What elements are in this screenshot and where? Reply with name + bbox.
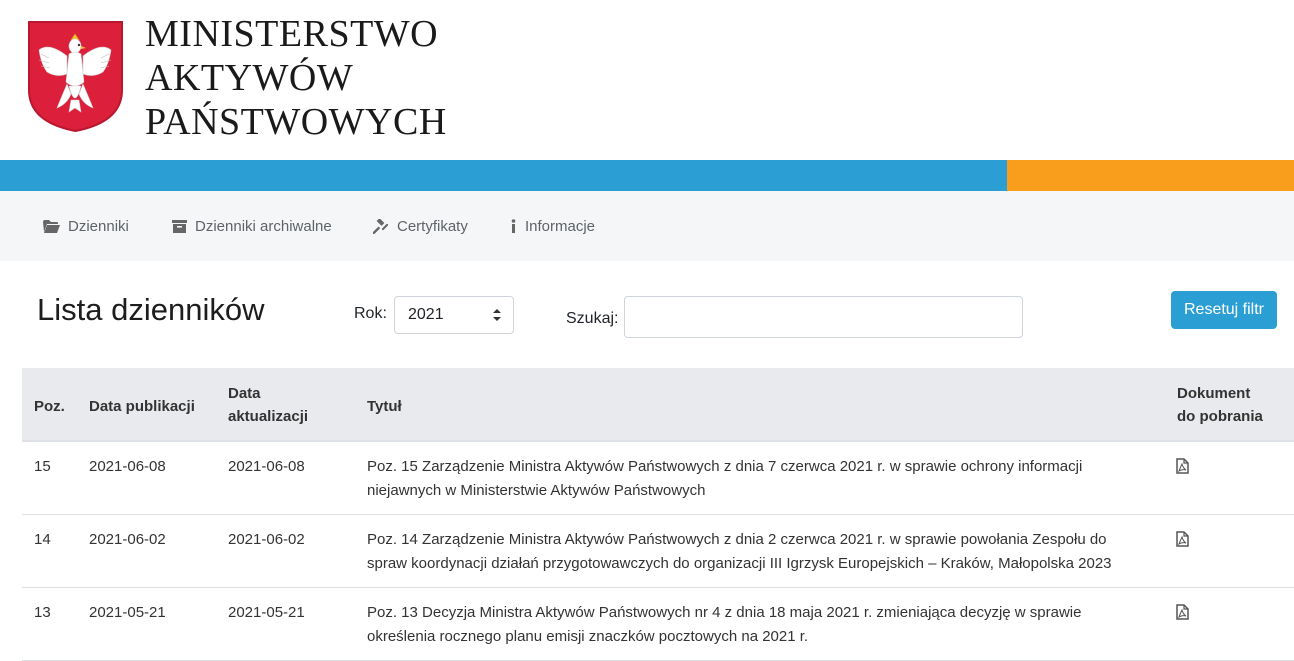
nav-item-dzienniki[interactable]: Dzienniki: [43, 191, 129, 261]
cell-tytul: Poz. 14 Zarządzenie Ministra Aktywów Pań…: [367, 528, 1157, 576]
header-data-publikacji: Data publikacji: [89, 398, 195, 415]
cell-data-publikacji: 2021-06-08: [89, 458, 166, 475]
pdf-file-icon[interactable]: [1176, 531, 1189, 547]
year-select-value: 2021: [408, 306, 444, 323]
accent-bar-blue: [0, 160, 1007, 191]
table-row[interactable]: 15 2021-06-08 2021-06-08 Poz. 15 Zarządz…: [22, 442, 1294, 515]
nav-item-label: Informacje: [525, 217, 596, 235]
search-input[interactable]: [624, 296, 1023, 338]
accent-bar-orange: [1007, 160, 1294, 191]
cell-poz: 15: [34, 458, 51, 475]
page-title: Lista dzienników: [37, 292, 265, 327]
year-select[interactable]: 2021: [394, 296, 514, 334]
header-tytul: Tytuł: [367, 398, 402, 415]
folder-open-icon: [43, 219, 60, 233]
ministry-name: MINISTERSTWO AKTYWÓW PAŃSTWOWYCH: [145, 12, 447, 144]
cell-tytul-line2: określenia rocznego planu emisji znaczkó…: [367, 628, 809, 645]
header-dokument-line2: do pobrania: [1177, 408, 1263, 425]
nav-item-label: Certyfikaty: [397, 217, 468, 235]
cell-data-aktualizacji: 2021-06-08: [228, 458, 305, 475]
ministry-name-line2: AKTYWÓW: [145, 57, 354, 99]
main-nav: Dzienniki Dzienniki archiwalne Certyfika…: [0, 191, 1294, 261]
cell-tytul-line2: spraw koordynacji działań przygotowawczy…: [367, 555, 1112, 572]
cell-tytul-line1: Poz. 15 Zarządzenie Ministra Aktywów Pań…: [367, 458, 1083, 475]
search-label: Szukaj:: [566, 310, 619, 327]
site-header: MINISTERSTWO AKTYWÓW PAŃSTWOWYCH: [0, 0, 1294, 160]
cell-poz: 13: [34, 604, 51, 621]
cell-data-aktualizacji: 2021-05-21: [228, 604, 305, 621]
cell-tytul: Poz. 15 Zarządzenie Ministra Aktywów Pań…: [367, 455, 1157, 503]
header-data-aktualizacji-line1: Data: [228, 385, 261, 402]
header-poz: Poz.: [34, 398, 65, 415]
header-dokument: Dokument do pobrania: [1177, 382, 1263, 428]
cell-data-publikacji: 2021-05-21: [89, 604, 166, 621]
nav-item-dzienniki-archiwalne[interactable]: Dzienniki archiwalne: [172, 191, 332, 261]
table-row[interactable]: 14 2021-06-02 2021-06-02 Poz. 14 Zarządz…: [22, 515, 1294, 588]
cell-tytul-line2: niejawnych w Ministerstwie Aktywów Państ…: [367, 482, 706, 499]
pdf-file-icon[interactable]: [1176, 604, 1189, 620]
cell-tytul-line1: Poz. 13 Decyzja Ministra Aktywów Państwo…: [367, 604, 1082, 621]
gavel-icon: [373, 218, 389, 234]
nav-item-informacje[interactable]: Informacje: [510, 191, 595, 261]
polish-eagle-emblem-icon: [28, 21, 123, 133]
header-dokument-line1: Dokument: [1177, 385, 1251, 402]
ministry-name-line1: MINISTERSTWO: [145, 13, 439, 55]
cell-data-aktualizacji: 2021-06-02: [228, 531, 305, 548]
pdf-file-icon[interactable]: [1176, 458, 1189, 474]
nav-item-label: Dzienniki archiwalne: [195, 217, 332, 235]
header-data-aktualizacji: Data aktualizacji: [228, 382, 308, 428]
cell-poz: 14: [34, 531, 51, 548]
cell-data-publikacji: 2021-06-02: [89, 531, 166, 548]
table-header: Poz. Data publikacji Data aktualizacji T…: [22, 368, 1294, 442]
table-row[interactable]: 13 2021-05-21 2021-05-21 Poz. 13 Decyzja…: [22, 588, 1294, 661]
ministry-name-line3: PAŃSTWOWYCH: [145, 101, 447, 143]
reset-filter-button[interactable]: Resetuj filtr: [1171, 291, 1277, 329]
archive-icon: [172, 219, 187, 233]
cell-tytul: Poz. 13 Decyzja Ministra Aktywów Państwo…: [367, 601, 1157, 649]
select-arrows-icon: [493, 309, 501, 321]
nav-item-label: Dzienniki: [68, 217, 129, 235]
nav-item-certyfikaty[interactable]: Certyfikaty: [373, 191, 468, 261]
info-icon: [511, 219, 516, 233]
header-data-aktualizacji-line2: aktualizacji: [228, 408, 309, 425]
year-label: Rok:: [354, 305, 387, 322]
cell-tytul-line1: Poz. 14 Zarządzenie Ministra Aktywów Pań…: [367, 531, 1107, 548]
